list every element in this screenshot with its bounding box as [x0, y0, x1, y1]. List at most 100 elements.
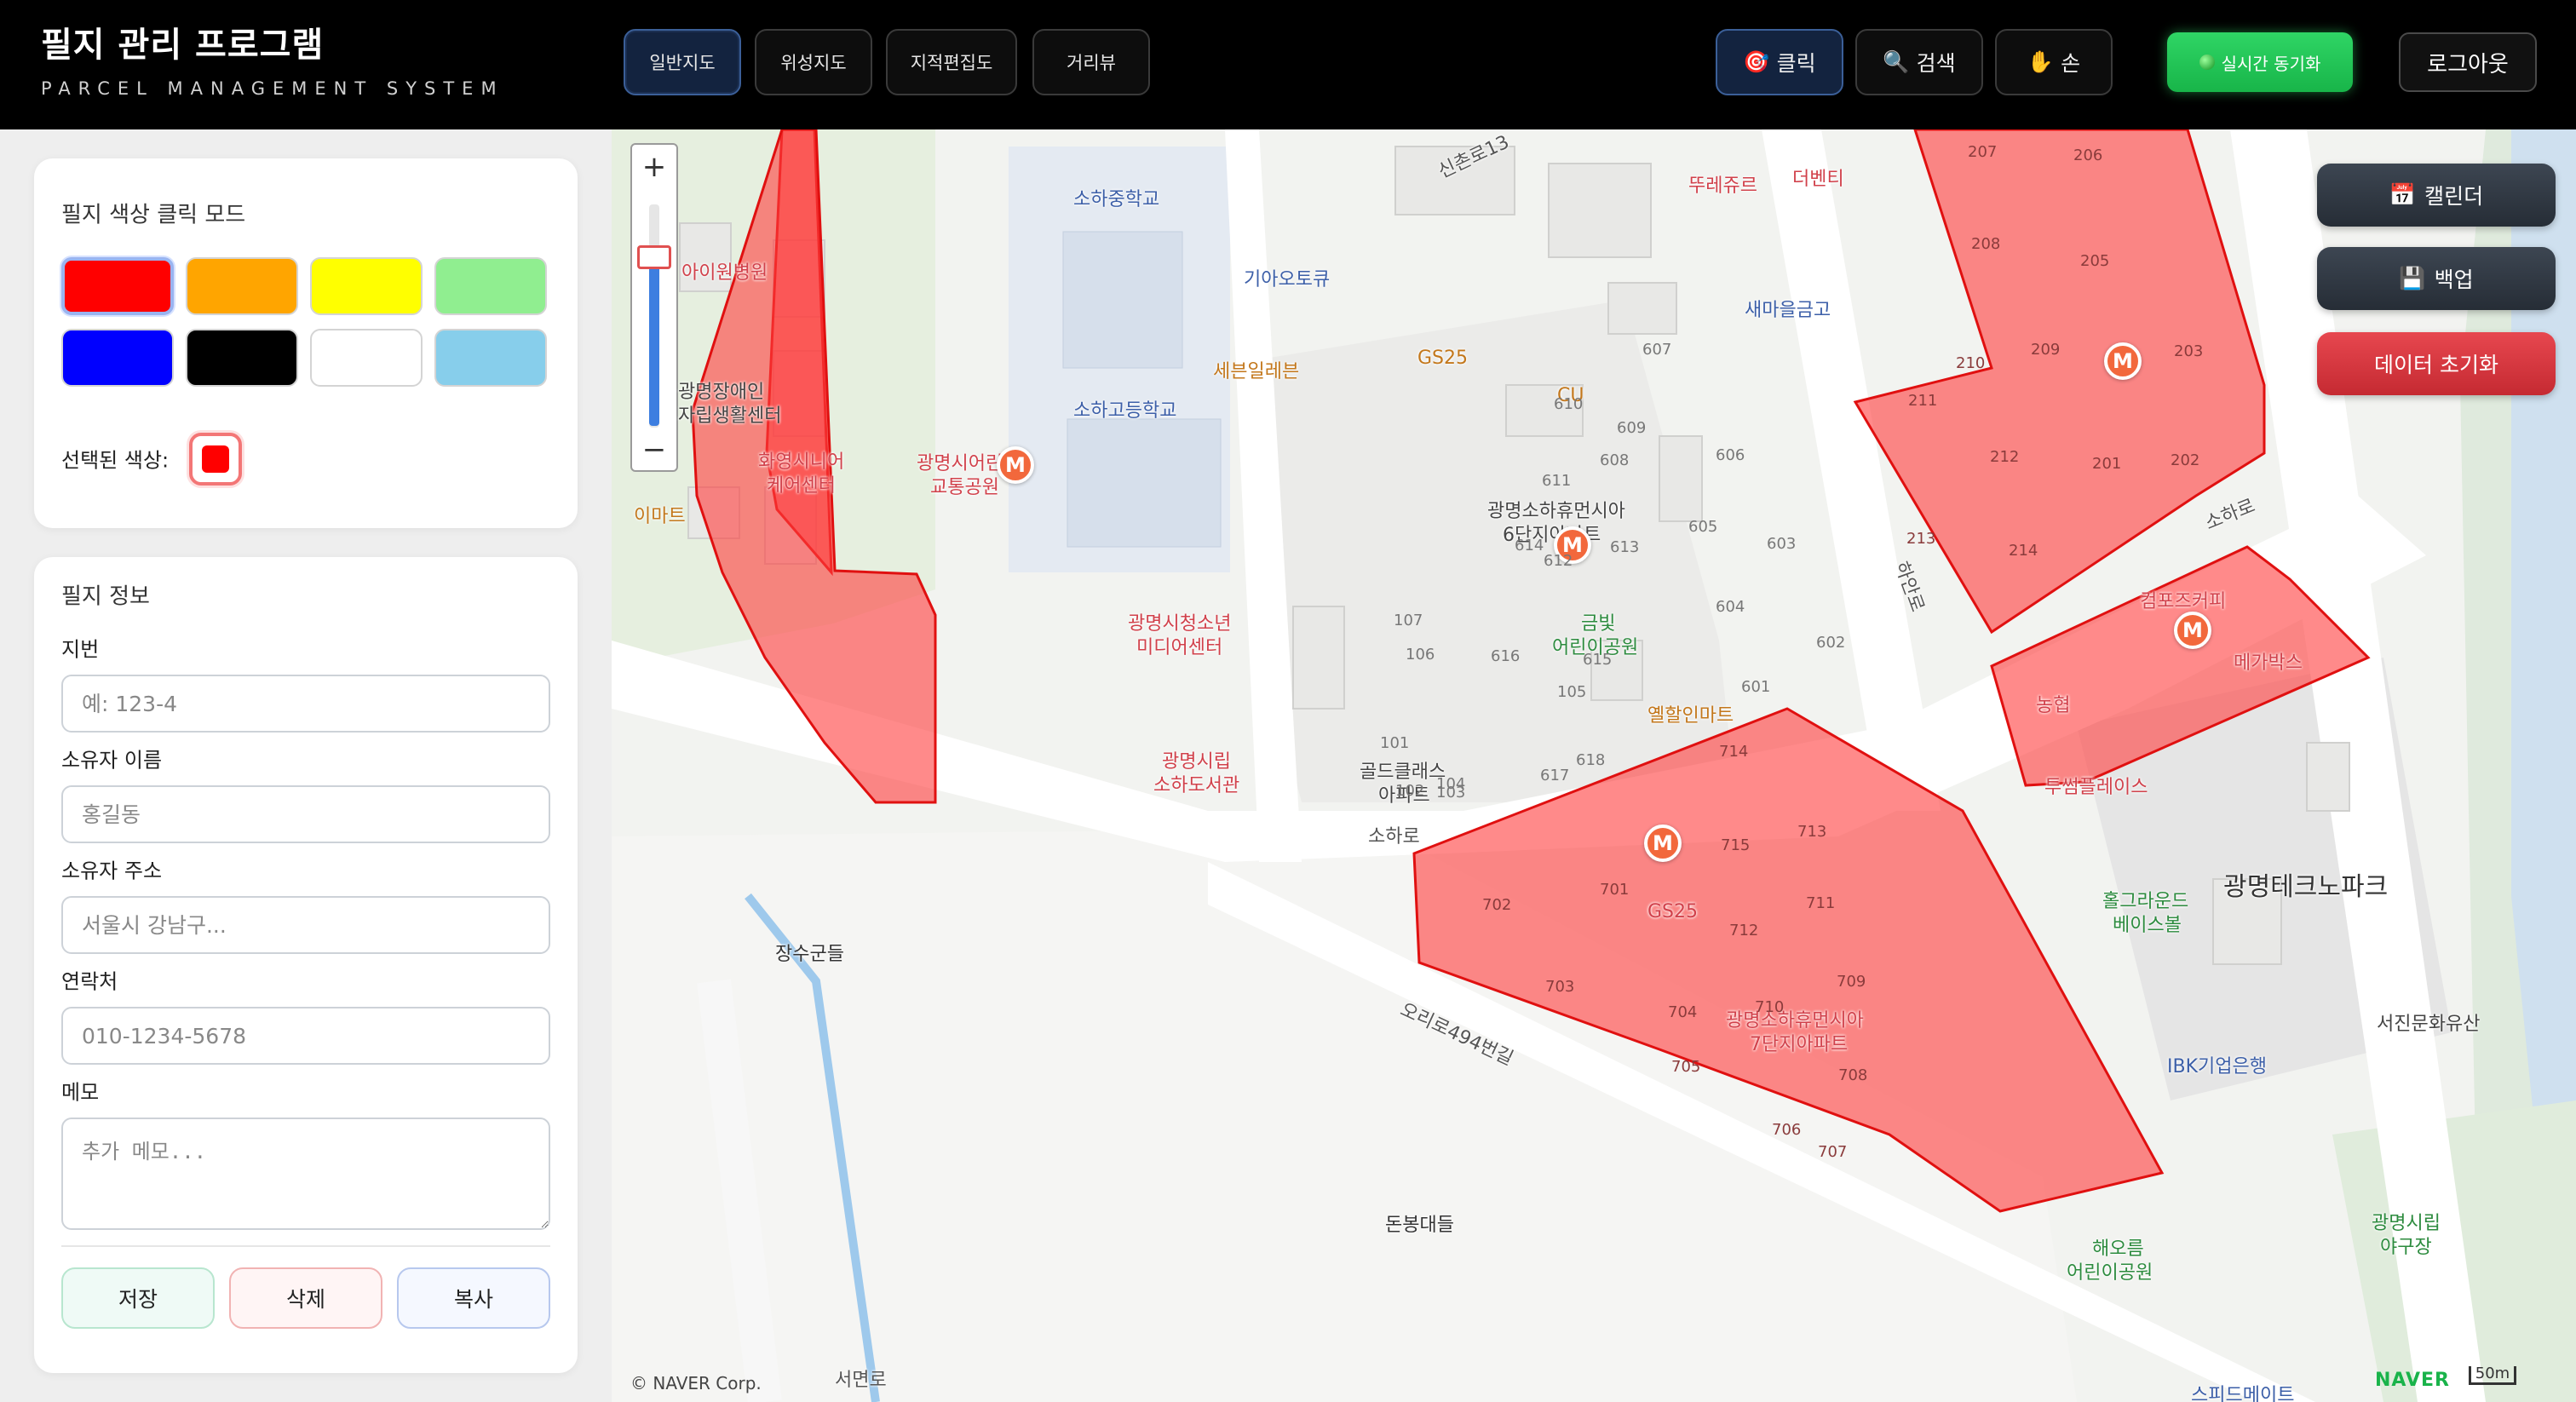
poi-label[interactable]: 옐할인마트 [1647, 705, 1734, 727]
memo-marker-icon[interactable]: M [997, 446, 1034, 484]
parcel-number: 712 [1729, 922, 1759, 939]
poi-label[interactable]: 농협 [2036, 695, 2070, 717]
poi-label[interactable]: 메가박스 [2234, 652, 2303, 675]
parcel-number: 703 [1545, 978, 1575, 996]
owner-name-input[interactable] [61, 785, 550, 843]
poi-label[interactable]: 해오름 [2092, 1238, 2144, 1261]
memo-label: 메모 [61, 1080, 100, 1105]
lot-input[interactable] [61, 675, 550, 733]
calendar-icon: 📅 [2389, 182, 2417, 207]
calendar-button[interactable]: 📅 캘린더 [2317, 164, 2556, 227]
zoom-in-button[interactable]: + [632, 147, 676, 187]
poi-label[interactable]: 미디어센터 [1136, 637, 1222, 659]
poi-label[interactable]: 자립생활센터 [678, 405, 781, 428]
logout-button[interactable]: 로그아웃 [2399, 32, 2537, 92]
reset-data-button[interactable]: 데이터 초기화 [2317, 332, 2556, 395]
search-tool-button[interactable]: 🔍 검색 [1855, 29, 1983, 95]
poi-label[interactable]: 소하고등학교 [1073, 400, 1176, 422]
parcel-number: 606 [1716, 446, 1745, 464]
poi-label[interactable]: 광명소하휴먼시아 [1487, 501, 1625, 523]
poi-label[interactable]: 야구장 [2380, 1237, 2432, 1259]
hand-icon: ✋ [2027, 49, 2055, 74]
poi-label[interactable]: IBK기업은행 [2167, 1056, 2267, 1078]
poi-label[interactable]: 서진문화유산 [2377, 1014, 2480, 1036]
color-swatch[interactable] [310, 257, 423, 315]
parcel-number: 102 [1395, 782, 1425, 800]
poi-label[interactable]: 7단지아파트 [1750, 1034, 1848, 1056]
parcel-number: 615 [1583, 651, 1613, 669]
memo-marker-icon[interactable]: M [1644, 825, 1682, 862]
color-swatch[interactable] [61, 329, 174, 387]
poi-label[interactable]: GS25 [1647, 901, 1698, 923]
parcel-number: 706 [1772, 1121, 1802, 1139]
parcel-number: 609 [1617, 419, 1647, 437]
poi-label[interactable]: 케어센터 [767, 475, 836, 497]
poi-label[interactable]: 이마트 [634, 506, 686, 528]
map-view[interactable]: + − 소하중학교 소하고등학교 기아오토큐 GS25 세븐일레븐 CU 뚜레쥬… [612, 129, 2576, 1402]
color-swatch[interactable] [434, 257, 547, 315]
selected-color-label: 선택된 색상: [61, 448, 170, 473]
color-swatch[interactable] [310, 329, 423, 387]
app-header: 필지 관리 프로그램 PARCEL MANAGEMENT SYSTEM 일반지도… [0, 0, 2576, 129]
poi-label[interactable]: 아이원병원 [681, 262, 768, 284]
poi-label[interactable]: 세븐일레븐 [1213, 361, 1299, 383]
color-swatch[interactable] [434, 329, 547, 387]
poi-label[interactable]: 베이스볼 [2113, 915, 2182, 937]
parcel-number: 207 [1968, 143, 1998, 161]
poi-label[interactable]: GS25 [1417, 348, 1468, 370]
poi-label[interactable]: 새마을금고 [1745, 300, 1831, 322]
poi-label[interactable]: 교통공원 [930, 477, 999, 499]
poi-label[interactable]: 소하도서관 [1153, 775, 1239, 797]
poi-label[interactable]: 광명시립 [2372, 1213, 2441, 1235]
memo-marker-icon[interactable]: M [2104, 342, 2142, 380]
poi-label[interactable]: 광명시립 [1162, 751, 1231, 773]
contact-input[interactable] [61, 1007, 550, 1065]
parcel-info-title: 필지 정보 [61, 583, 150, 610]
zoom-slider-handle[interactable] [637, 245, 671, 269]
memo-marker-icon[interactable]: M [2174, 612, 2211, 649]
parcel-number: 101 [1380, 734, 1410, 752]
color-swatch[interactable] [61, 257, 174, 315]
sync-label: 실시간 동기화 [2221, 53, 2321, 74]
parcel-info-card: 필지 정보 지번 소유자 이름 소유자 주소 연락처 메모 저장 삭제 복사 [34, 557, 578, 1373]
delete-button[interactable]: 삭제 [229, 1267, 382, 1329]
poi-label[interactable]: 기아오토큐 [1244, 269, 1330, 291]
copy-button[interactable]: 복사 [397, 1267, 550, 1329]
tab-street-view[interactable]: 거리뷰 [1032, 29, 1150, 95]
magnifier-icon: 🔍 [1883, 49, 1910, 74]
naver-logo: NAVER [2375, 1370, 2450, 1391]
poi-label[interactable]: 스피드메이트 [2191, 1385, 2294, 1402]
poi-label[interactable]: 골드클래스 [1360, 761, 1446, 784]
poi-label[interactable]: 금빛 [1581, 613, 1615, 635]
lot-label: 지번 [61, 637, 100, 662]
owner-address-input[interactable] [61, 896, 550, 954]
poi-label[interactable]: 광명장애인 [678, 382, 764, 404]
poi-label[interactable]: 광명소하휴먼시아 [1726, 1010, 1864, 1032]
poi-label[interactable]: 컴포즈커피 [2140, 591, 2226, 613]
tab-satellite-map[interactable]: 위성지도 [755, 29, 872, 95]
parcel-number: 208 [1971, 235, 2001, 253]
poi-label[interactable]: 화영시니어 [758, 451, 844, 474]
hand-tool-button[interactable]: ✋ 손 [1995, 29, 2113, 95]
memo-textarea[interactable] [61, 1118, 550, 1230]
tab-cadastral-map[interactable]: 지적편집도 [886, 29, 1017, 95]
poi-label[interactable]: 소하중학교 [1073, 189, 1159, 211]
area-label[interactable]: 광명테크노파크 [2223, 872, 2388, 903]
parcel-number: 705 [1671, 1058, 1701, 1076]
poi-label[interactable]: 광명시청소년 [1128, 613, 1231, 635]
color-swatch[interactable] [186, 257, 298, 315]
click-tool-button[interactable]: 🎯 클릭 [1716, 29, 1843, 95]
poi-label[interactable]: 더벤티 [1792, 169, 1844, 191]
realtime-sync-button[interactable]: 실시간 동기화 [2167, 32, 2353, 92]
tab-normal-map[interactable]: 일반지도 [624, 29, 741, 95]
zoom-out-button[interactable]: − [632, 429, 676, 470]
color-swatch[interactable] [186, 329, 298, 387]
poi-label[interactable]: 어린이공원 [2067, 1262, 2153, 1284]
poi-label[interactable]: 홀그라운드 [2102, 891, 2188, 913]
backup-label: 백업 [2434, 267, 2474, 292]
backup-button[interactable]: 💾 백업 [2317, 247, 2556, 310]
parcel-number: 206 [2073, 147, 2103, 164]
poi-label[interactable]: 투썸플레이스 [2044, 777, 2148, 799]
poi-label[interactable]: 뚜레쥬르 [1688, 175, 1757, 198]
save-button[interactable]: 저장 [61, 1267, 215, 1329]
